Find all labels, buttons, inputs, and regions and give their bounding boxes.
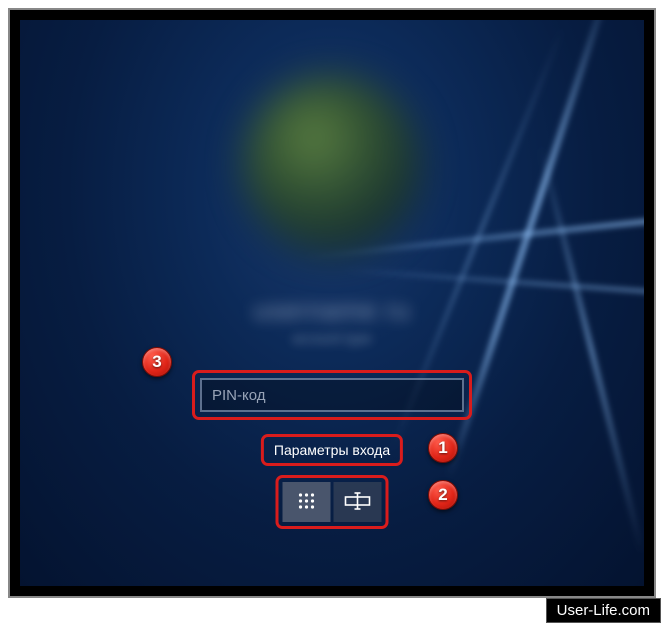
watermark: User-Life.com — [546, 598, 661, 623]
background-light — [344, 268, 644, 296]
background-light — [538, 146, 644, 555]
signin-options-highlight: Параметры входа — [261, 434, 403, 466]
keypad-icon — [297, 491, 317, 514]
annotation-marker-1: 1 — [428, 433, 458, 463]
signin-options-link[interactable]: Параметры входа — [270, 440, 394, 460]
password-field-icon — [345, 492, 371, 513]
signin-method-buttons-highlight — [276, 475, 389, 529]
lock-screen: username ru account type Параметры входа — [20, 20, 644, 586]
annotation-marker-3: 3 — [142, 347, 172, 377]
annotation-marker-2: 2 — [428, 480, 458, 510]
pin-method-button[interactable] — [283, 482, 331, 522]
screenshot-frame: username ru account type Параметры входа — [8, 8, 656, 598]
username-label: username ru — [254, 295, 411, 326]
account-type-label: account type — [292, 330, 371, 346]
pin-field-highlight — [192, 370, 472, 420]
user-avatar — [242, 75, 422, 255]
pin-input[interactable] — [200, 378, 464, 412]
password-method-button[interactable] — [334, 482, 382, 522]
